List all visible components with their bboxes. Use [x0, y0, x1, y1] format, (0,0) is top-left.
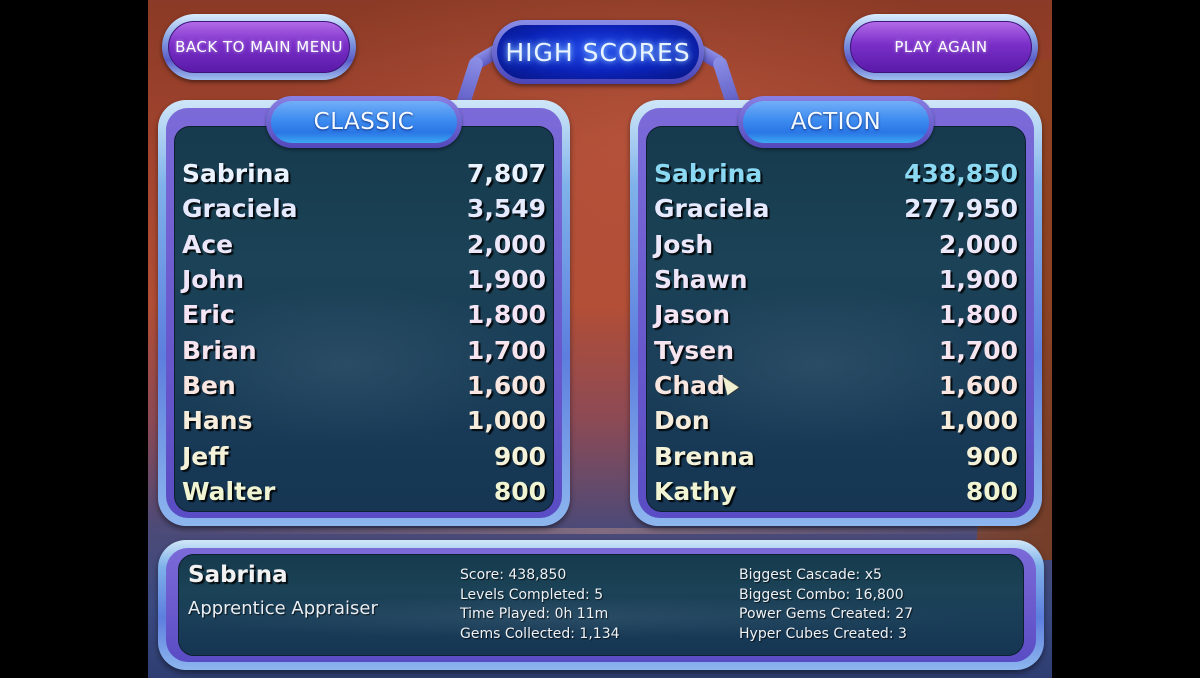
player-score: 800	[965, 476, 1018, 506]
score-row: Ace 2,000	[182, 227, 546, 262]
player-name: Josh	[654, 229, 714, 259]
score-row: Walter 800	[182, 474, 546, 509]
play-again-button[interactable]: PLAY AGAIN	[844, 14, 1038, 80]
player-score: 1,000	[466, 406, 546, 436]
player-name: Hans	[182, 406, 253, 436]
title-banner: HIGH SCORES	[492, 20, 704, 84]
action-scoreboard: ACTION Sabrina 438,850 Graciela 277,950 Josh…	[630, 96, 1042, 526]
player-score: 1,000	[938, 406, 1018, 436]
player-score: 1,600	[938, 370, 1018, 400]
high-scores-screen: BACK TO MAIN MENU HIGH SCORES PLAY AGAIN…	[148, 0, 1052, 678]
score-row: Jason 1,800	[654, 297, 1018, 332]
action-tab: ACTION	[738, 96, 934, 148]
player-name: Brian	[182, 335, 257, 365]
player-score: 1,700	[938, 335, 1018, 365]
player-name: Sabrina	[182, 159, 291, 189]
back-to-main-menu-button[interactable]: BACK TO MAIN MENU	[162, 14, 356, 80]
score-row: Brian 1,700	[182, 332, 546, 367]
stat-hyper-cubes-created: Hyper Cubes Created: 3	[739, 625, 907, 642]
stat-levels-completed: Levels Completed: 5	[460, 586, 604, 603]
player-score: 2,000	[466, 229, 546, 259]
player-name: Brenna	[654, 441, 755, 471]
player-name: Sabrina	[654, 159, 763, 189]
player-score: 900	[965, 441, 1018, 471]
score-row: John 1,900	[182, 262, 546, 297]
player-name: Kathy	[654, 476, 737, 506]
back-to-main-menu-label: BACK TO MAIN MENU	[168, 21, 350, 73]
player-score: 7,807	[466, 159, 546, 189]
player-name: Ben	[182, 370, 236, 400]
score-row: Shawn 1,900	[654, 262, 1018, 297]
player-name: Eric	[182, 300, 235, 330]
action-tab-label: ACTION	[743, 101, 929, 143]
letterbox-right	[1052, 0, 1200, 678]
score-row: Eric 1,800	[182, 297, 546, 332]
classic-tab-label: CLASSIC	[271, 101, 457, 143]
score-row: Graciela 3,549	[182, 191, 546, 226]
play-again-label: PLAY AGAIN	[850, 21, 1032, 73]
score-row: Jeff 900	[182, 438, 546, 473]
player-name: Graciela	[182, 194, 298, 224]
player-stats-panel: Sabrina Apprentice Appraiser Score: 438,…	[158, 540, 1044, 670]
score-row: Brenna 900	[654, 438, 1018, 473]
player-score: 3,549	[466, 194, 546, 224]
player-score: 438,850	[904, 159, 1018, 189]
letterbox-left	[0, 0, 148, 678]
player-score: 1,800	[466, 300, 546, 330]
background-sea-streak	[148, 528, 1052, 534]
classic-score-list: Sabrina 7,807 Graciela 3,549 Ace 2,000 John 1,9…	[182, 156, 546, 509]
score-row: Kathy 800	[654, 474, 1018, 509]
stat-gems-collected: Gems Collected: 1,134	[460, 625, 620, 642]
player-name: John	[182, 265, 245, 295]
player-name: Ace	[182, 229, 234, 259]
player-score: 1,800	[938, 300, 1018, 330]
page-title: HIGH SCORES	[497, 25, 699, 79]
score-row: Don 1,000	[654, 403, 1018, 438]
player-score: 277,950	[904, 194, 1018, 224]
score-row: Josh 2,000	[654, 227, 1018, 262]
classic-scoreboard: CLASSIC Sabrina 7,807 Graciela 3,549 Ace 2,00…	[158, 96, 570, 526]
player-score: 1,900	[938, 265, 1018, 295]
player-name: Jeff	[182, 441, 229, 471]
player-score: 1,600	[466, 370, 546, 400]
player-score: 900	[493, 441, 546, 471]
stat-score: Score: 438,850	[460, 567, 567, 583]
player-rank: Apprentice Appraiser	[188, 598, 378, 619]
score-row: Graciela 277,950	[654, 191, 1018, 226]
player-name: Don	[654, 406, 710, 436]
score-row: Sabrina 438,850	[654, 156, 1018, 191]
player-name: Chad	[654, 370, 725, 400]
stat-biggest-cascade: Biggest Cascade: x5	[739, 567, 882, 583]
player-name: Walter	[182, 476, 276, 506]
score-row: Ben 1,600	[182, 368, 546, 403]
player-name: Tysen	[654, 335, 735, 365]
score-row: Tysen 1,700	[654, 332, 1018, 367]
score-row: Hans 1,000	[182, 403, 546, 438]
player-score: 1,900	[466, 265, 546, 295]
classic-tab: CLASSIC	[266, 96, 462, 148]
stat-time-played: Time Played: 0h 11m	[460, 606, 609, 622]
stats-column-1: Score: 438,850 Levels Completed: 5 Time …	[460, 566, 620, 644]
player-name: Graciela	[654, 194, 770, 224]
player-score: 800	[493, 476, 546, 506]
action-score-list: Sabrina 438,850 Graciela 277,950 Josh 2,000 Sh…	[654, 156, 1018, 509]
player-name: Sabrina	[188, 562, 288, 588]
score-row: Sabrina 7,807	[182, 156, 546, 191]
score-row: Chad 1,600	[654, 368, 1018, 403]
player-score: 1,700	[466, 335, 546, 365]
player-score: 2,000	[938, 229, 1018, 259]
player-name: Shawn	[654, 265, 748, 295]
stat-power-gems-created: Power Gems Created: 27	[739, 606, 914, 622]
stats-column-2: Biggest Cascade: x5 Biggest Combo: 16,80…	[739, 566, 913, 644]
player-name: Jason	[654, 300, 731, 330]
stat-biggest-combo: Biggest Combo: 16,800	[739, 586, 904, 603]
